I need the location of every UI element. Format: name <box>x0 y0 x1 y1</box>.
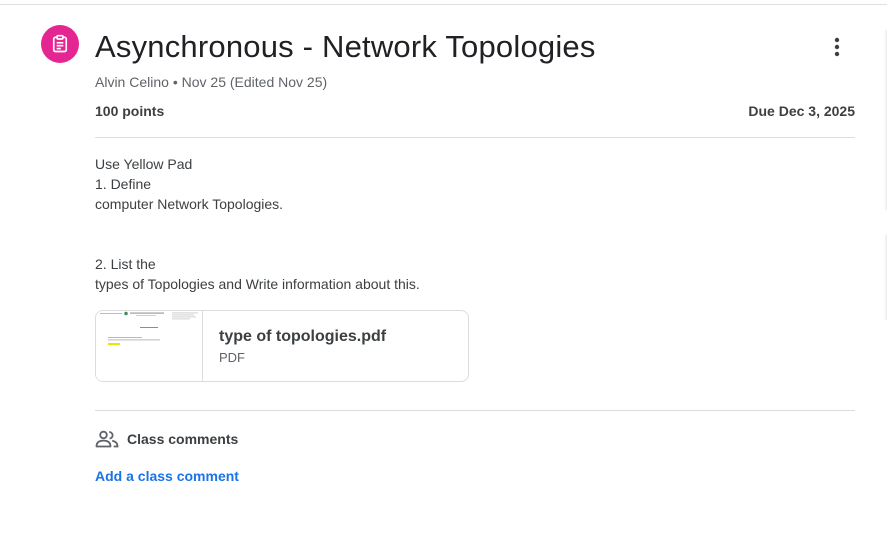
description-line <box>95 214 420 234</box>
description-line: types of Topologies and Write informatio… <box>95 276 420 292</box>
description-line: 1. Define <box>95 176 152 192</box>
more-options-button[interactable] <box>822 32 852 62</box>
attachment-info: type of topologies.pdf PDF <box>203 311 386 381</box>
more-vert-icon <box>834 37 840 57</box>
attachment-name: type of topologies.pdf <box>219 328 387 345</box>
class-comments-header: Class comments <box>95 429 238 449</box>
clipboard-icon <box>52 34 68 53</box>
pdf-preview-image <box>96 311 202 381</box>
attachment-type: PDF <box>219 350 245 365</box>
description-line <box>95 234 420 254</box>
assignment-description: Use Yellow Pad 1. Define computer Networ… <box>95 154 420 294</box>
description-line: computer Network Topologies. <box>95 196 284 212</box>
author-name: Alvin Celino <box>95 74 169 90</box>
add-class-comment-link[interactable]: Add a class comment <box>95 468 239 484</box>
attachment-card[interactable]: type of topologies.pdf PDF <box>95 310 469 382</box>
assignment-icon <box>41 25 79 63</box>
pdf-thumbnail <box>96 311 203 381</box>
assignment-title: Asynchronous - Network Topologies <box>95 29 596 64</box>
header-divider <box>95 137 855 138</box>
due-date: Due Dec 3, 2025 <box>748 103 855 119</box>
meta-separator: • <box>168 74 182 90</box>
description-line: 2. List the <box>95 256 156 272</box>
comments-divider <box>95 410 855 411</box>
top-divider <box>0 4 887 5</box>
points-label: 100 points <box>95 103 165 119</box>
description-line: Use Yellow Pad <box>95 156 193 172</box>
people-icon <box>95 430 119 448</box>
class-comments-title: Class comments <box>127 431 239 447</box>
posted-date: Nov 25 (Edited Nov 25) <box>181 74 328 90</box>
assignment-meta: Alvin Celino • Nov 25 (Edited Nov 25) <box>95 74 327 90</box>
